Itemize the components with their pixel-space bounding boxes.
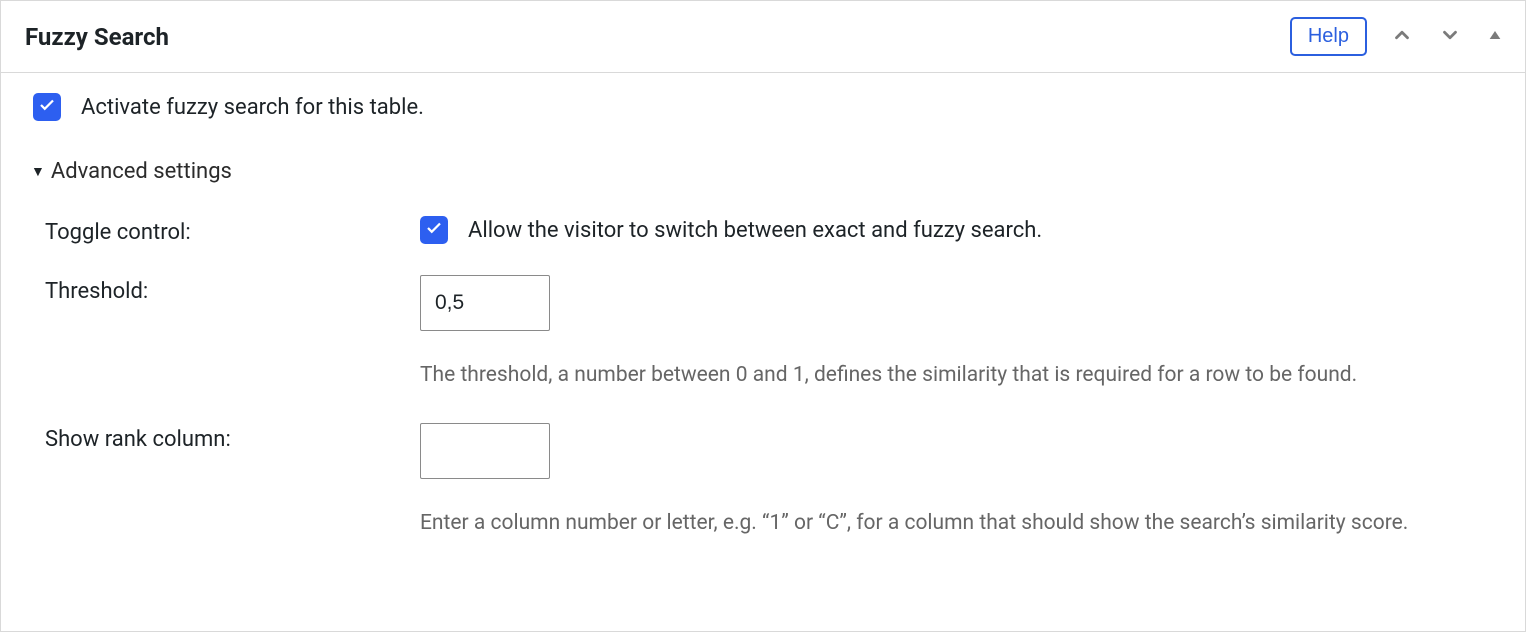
panel-controls: Help [1290, 17, 1505, 56]
threshold-row: Threshold: The threshold, a number betwe… [45, 275, 1501, 393]
threshold-help-text: The threshold, a number between 0 and 1,… [420, 359, 1480, 393]
advanced-settings-toggle[interactable]: ▼ Advanced settings [31, 159, 1501, 184]
chevron-down-icon [1439, 24, 1461, 49]
toggle-control-label: Toggle control: [45, 216, 420, 245]
collapse-button[interactable] [1485, 25, 1505, 48]
rank-column-row: Show rank column: Enter a column number … [45, 423, 1501, 541]
check-icon [38, 95, 56, 119]
rank-column-input[interactable] [420, 423, 550, 479]
advanced-settings-content: Toggle control: Allow the visitor to swi… [31, 216, 1501, 540]
move-up-button[interactable] [1389, 22, 1415, 51]
threshold-input[interactable] [420, 275, 550, 331]
activate-checkbox[interactable] [33, 93, 61, 121]
triangle-up-icon [1487, 27, 1503, 46]
triangle-down-icon: ▼ [31, 163, 45, 180]
check-icon [425, 218, 443, 242]
chevron-up-icon [1391, 24, 1413, 49]
move-down-button[interactable] [1437, 22, 1463, 51]
panel-title: Fuzzy Search [25, 23, 169, 51]
fuzzy-search-panel: Fuzzy Search Help [0, 0, 1526, 632]
panel-body: Activate fuzzy search for this table. ▼ … [1, 73, 1525, 564]
toggle-control-row: Toggle control: Allow the visitor to swi… [45, 216, 1501, 245]
panel-header: Fuzzy Search Help [1, 1, 1525, 73]
advanced-settings-label: Advanced settings [51, 159, 232, 184]
activate-label: Activate fuzzy search for this table. [81, 95, 424, 120]
rank-column-label: Show rank column: [45, 423, 420, 452]
activate-row: Activate fuzzy search for this table. [31, 93, 1501, 121]
threshold-label: Threshold: [45, 275, 420, 304]
rank-column-help-text: Enter a column number or letter, e.g. “1… [420, 507, 1480, 541]
help-button[interactable]: Help [1290, 17, 1367, 56]
toggle-control-description: Allow the visitor to switch between exac… [468, 218, 1042, 243]
toggle-control-checkbox[interactable] [420, 216, 448, 244]
